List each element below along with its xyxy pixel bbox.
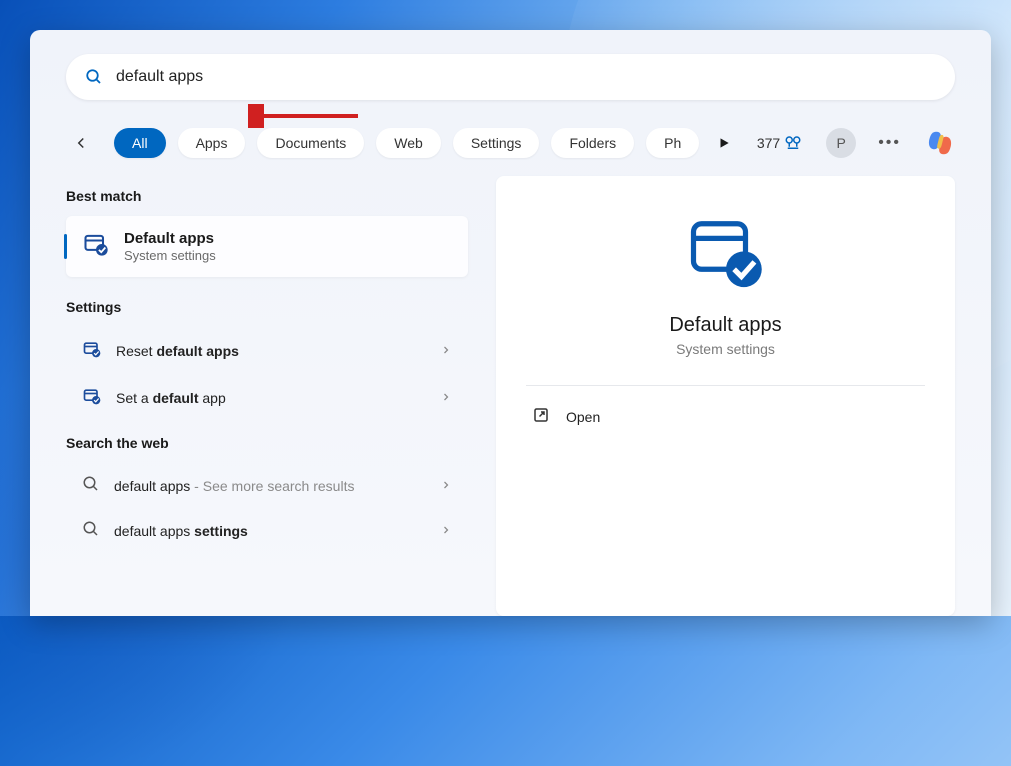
- filter-photos[interactable]: Ph: [646, 128, 699, 158]
- user-avatar[interactable]: P: [826, 128, 856, 158]
- detail-title: Default apps: [526, 314, 925, 337]
- filter-documents[interactable]: Documents: [257, 128, 364, 158]
- result-label: default apps - See more search results: [114, 478, 354, 494]
- search-icon: [82, 520, 100, 541]
- filter-folders[interactable]: Folders: [551, 128, 634, 158]
- detail-pane: Default apps System settings Open: [496, 176, 955, 616]
- detail-icon: [526, 214, 925, 292]
- filter-all[interactable]: All: [114, 128, 166, 158]
- result-label: Set a default app: [116, 390, 226, 406]
- back-button[interactable]: [66, 128, 96, 158]
- search-icon: [84, 68, 104, 86]
- search-icon: [82, 475, 100, 496]
- chevron-right-icon: [440, 478, 452, 494]
- search-box[interactable]: [66, 54, 955, 100]
- filter-apps[interactable]: Apps: [178, 128, 246, 158]
- filter-row: All Apps Documents Web Settings Folders …: [66, 128, 955, 158]
- points-count: 377: [757, 135, 780, 151]
- filter-more-button[interactable]: [717, 136, 731, 150]
- open-label: Open: [566, 409, 600, 425]
- detail-subtitle: System settings: [526, 341, 925, 357]
- filter-settings[interactable]: Settings: [453, 128, 540, 158]
- rewards-points[interactable]: 377: [757, 134, 802, 152]
- results-left-pane: Best match Default apps System settings …: [66, 176, 476, 616]
- default-apps-icon: [82, 386, 102, 409]
- windows-search-panel: All Apps Documents Web Settings Folders …: [30, 30, 991, 616]
- section-search-web: Search the web: [66, 435, 468, 451]
- chevron-right-icon: [440, 343, 452, 359]
- results-area: Best match Default apps System settings …: [66, 176, 955, 616]
- filter-web[interactable]: Web: [376, 128, 441, 158]
- settings-result-reset[interactable]: Reset default apps: [66, 327, 468, 374]
- chevron-right-icon: [440, 523, 452, 539]
- detail-action-open[interactable]: Open: [526, 386, 925, 447]
- open-icon: [532, 406, 550, 427]
- result-label: Reset default apps: [116, 343, 239, 359]
- section-best-match: Best match: [66, 188, 468, 204]
- more-options-button[interactable]: •••: [878, 134, 901, 152]
- copilot-icon[interactable]: [925, 128, 955, 158]
- web-result-default-apps[interactable]: default apps - See more search results: [66, 463, 468, 508]
- default-apps-icon: [82, 230, 110, 263]
- annotation-arrow: [248, 104, 368, 128]
- settings-result-set[interactable]: Set a default app: [66, 374, 468, 421]
- result-label: default apps settings: [114, 523, 248, 539]
- chevron-right-icon: [440, 390, 452, 406]
- section-settings: Settings: [66, 299, 468, 315]
- web-result-default-apps-settings[interactable]: default apps settings: [66, 508, 468, 553]
- best-match-result[interactable]: Default apps System settings: [66, 216, 468, 277]
- default-apps-icon: [82, 339, 102, 362]
- rewards-icon: [784, 134, 802, 152]
- best-match-title: Default apps: [124, 230, 216, 247]
- search-input[interactable]: [116, 68, 937, 86]
- best-match-subtitle: System settings: [124, 248, 216, 263]
